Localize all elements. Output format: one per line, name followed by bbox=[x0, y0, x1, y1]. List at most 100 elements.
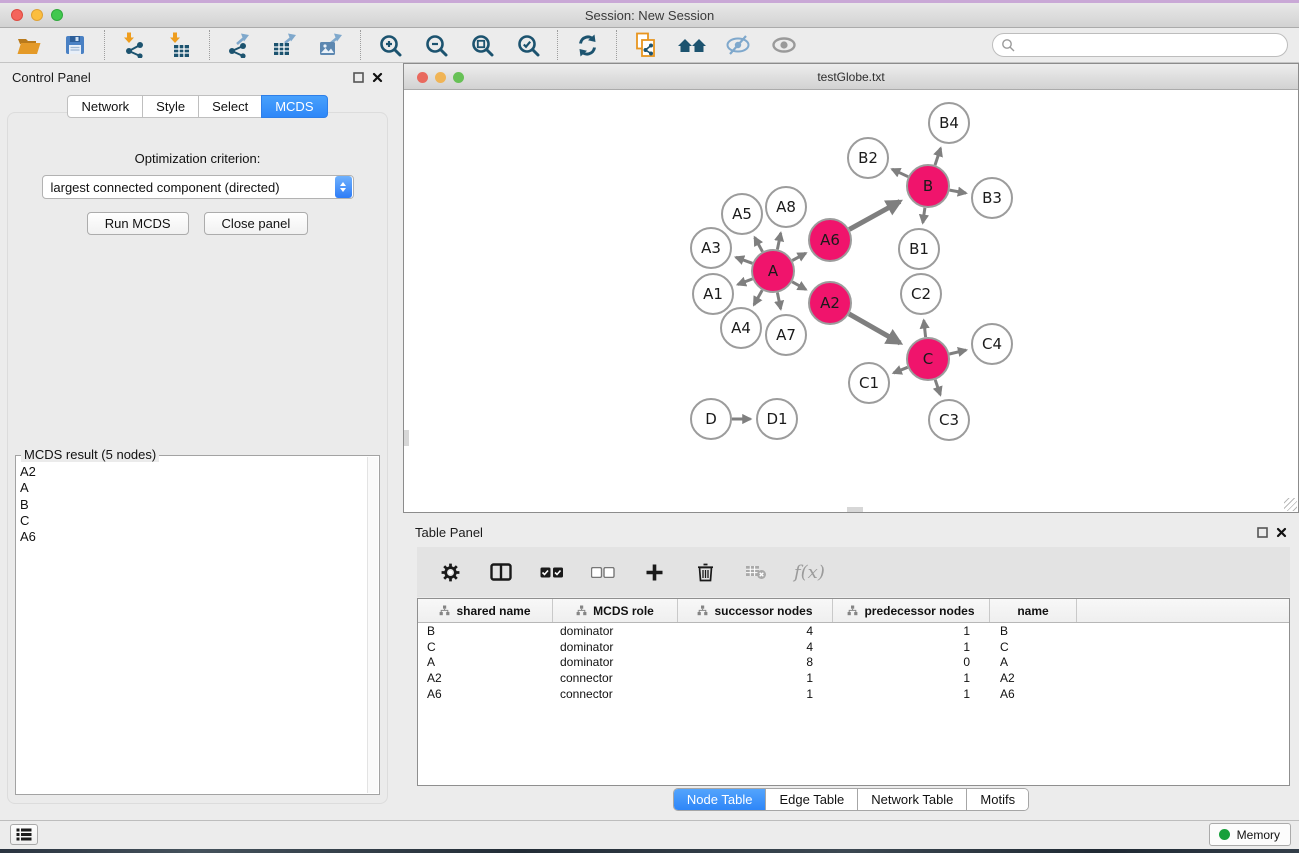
maximize-window-button[interactable] bbox=[51, 9, 63, 21]
edge-A-A3[interactable] bbox=[736, 257, 753, 263]
network-graph[interactable]: B4B2BB3B1A5A8A6A3AA1A2C2A4A7C4CC1C3DD1 bbox=[404, 91, 1297, 512]
edge-C-C3[interactable] bbox=[935, 380, 940, 395]
edge-C-C1[interactable] bbox=[894, 367, 908, 373]
zoom-out-button[interactable] bbox=[421, 30, 451, 60]
edge-A-A5[interactable] bbox=[755, 237, 763, 251]
node-D[interactable]: D bbox=[691, 399, 731, 439]
edge-A-A1[interactable] bbox=[738, 279, 753, 285]
edge-A-A6[interactable] bbox=[792, 253, 806, 260]
node-C2[interactable]: C2 bbox=[901, 274, 941, 314]
clone-network-button[interactable] bbox=[631, 30, 661, 60]
export-network-button[interactable] bbox=[224, 30, 254, 60]
zoom-in-button[interactable] bbox=[375, 30, 405, 60]
delete-column-button[interactable] bbox=[692, 559, 718, 585]
memory-button[interactable]: Memory bbox=[1209, 823, 1291, 846]
tab-style[interactable]: Style bbox=[142, 95, 199, 118]
deselect-all-rows-button[interactable] bbox=[590, 559, 616, 585]
node-A1[interactable]: A1 bbox=[693, 274, 733, 314]
run-mcds-button[interactable]: Run MCDS bbox=[87, 212, 189, 235]
node-D1[interactable]: D1 bbox=[757, 399, 797, 439]
network-canvas[interactable]: B4B2BB3B1A5A8A6A3AA1A2C2A4A7C4CC1C3DD1 bbox=[404, 91, 1297, 512]
table-row[interactable]: Adominator80A bbox=[418, 654, 1289, 670]
show-all-button[interactable] bbox=[769, 30, 799, 60]
column-visibility-button[interactable] bbox=[488, 559, 514, 585]
import-table-button[interactable] bbox=[165, 30, 195, 60]
node-C3[interactable]: C3 bbox=[929, 400, 969, 440]
result-item[interactable]: B bbox=[20, 497, 365, 513]
function-builder-button[interactable]: f(x) bbox=[794, 559, 825, 585]
tab-mcds[interactable]: MCDS bbox=[261, 95, 327, 118]
minimize-network-button[interactable] bbox=[435, 72, 446, 83]
tab-select[interactable]: Select bbox=[198, 95, 262, 118]
select-all-rows-button[interactable] bbox=[539, 559, 565, 585]
result-item[interactable]: A bbox=[20, 480, 365, 496]
close-panel-button[interactable] bbox=[372, 72, 383, 83]
node-A2[interactable]: A2 bbox=[809, 282, 851, 324]
result-item[interactable]: C bbox=[20, 513, 365, 529]
first-neighbors-button[interactable] bbox=[677, 30, 707, 60]
node-A8[interactable]: A8 bbox=[766, 187, 806, 227]
edge-A-A8[interactable] bbox=[777, 233, 780, 249]
column-header-predecessor-nodes[interactable]: predecessor nodes bbox=[833, 599, 990, 622]
zoom-selected-button[interactable] bbox=[513, 30, 543, 60]
node-B2[interactable]: B2 bbox=[848, 138, 888, 178]
resize-grip-icon[interactable] bbox=[1284, 498, 1297, 511]
open-session-button[interactable] bbox=[14, 30, 44, 60]
import-network-button[interactable] bbox=[119, 30, 149, 60]
edge-A6-B[interactable] bbox=[849, 201, 900, 229]
node-A5[interactable]: A5 bbox=[722, 194, 762, 234]
edge-A-A7[interactable] bbox=[777, 293, 780, 309]
table-row[interactable]: A6connector11A6 bbox=[418, 686, 1289, 702]
edge-C-C2[interactable] bbox=[924, 320, 926, 337]
edge-A2-C[interactable] bbox=[849, 314, 900, 343]
result-item[interactable]: A6 bbox=[20, 529, 365, 545]
maximize-network-button[interactable] bbox=[453, 72, 464, 83]
tab-edge-table[interactable]: Edge Table bbox=[766, 789, 858, 810]
tab-network[interactable]: Network bbox=[67, 95, 143, 118]
node-B[interactable]: B bbox=[907, 165, 949, 207]
vertical-scrollbar-thumb[interactable] bbox=[404, 430, 409, 446]
export-table-button[interactable] bbox=[270, 30, 300, 60]
edge-C-C4[interactable] bbox=[949, 350, 966, 354]
close-network-button[interactable] bbox=[417, 72, 428, 83]
close-table-panel-button[interactable] bbox=[1276, 527, 1287, 538]
close-panel-action-button[interactable]: Close panel bbox=[204, 212, 309, 235]
edge-A-A4[interactable] bbox=[754, 290, 762, 305]
add-column-button[interactable] bbox=[641, 559, 667, 585]
tab-motifs[interactable]: Motifs bbox=[967, 789, 1028, 810]
float-panel-button[interactable] bbox=[353, 72, 364, 83]
edge-B-B4[interactable] bbox=[935, 148, 941, 165]
node-B1[interactable]: B1 bbox=[899, 229, 939, 269]
export-image-button[interactable] bbox=[316, 30, 346, 60]
column-header-name[interactable]: name bbox=[990, 599, 1077, 622]
minimize-window-button[interactable] bbox=[31, 9, 43, 21]
column-header-successor-nodes[interactable]: successor nodes bbox=[678, 599, 833, 622]
node-A[interactable]: A bbox=[752, 250, 794, 292]
edge-B-B1[interactable] bbox=[923, 208, 925, 223]
table-settings-button[interactable] bbox=[437, 559, 463, 585]
search-input[interactable] bbox=[1015, 37, 1279, 54]
delete-table-button[interactable] bbox=[743, 559, 769, 585]
float-table-panel-button[interactable] bbox=[1257, 527, 1268, 538]
node-A4[interactable]: A4 bbox=[721, 308, 761, 348]
column-header-mcds-role[interactable]: MCDS role bbox=[553, 599, 678, 622]
result-scrollbar[interactable] bbox=[367, 457, 378, 793]
node-B3[interactable]: B3 bbox=[972, 178, 1012, 218]
save-session-button[interactable] bbox=[60, 30, 90, 60]
table-row[interactable]: Cdominator41C bbox=[418, 639, 1289, 655]
task-history-button[interactable] bbox=[10, 824, 38, 845]
node-C[interactable]: C bbox=[907, 338, 949, 380]
column-header-shared-name[interactable]: shared name bbox=[418, 599, 553, 622]
optimization-criterion-dropdown[interactable]: largest connected component (directed) bbox=[42, 175, 354, 199]
tab-node-table[interactable]: Node Table bbox=[674, 789, 767, 810]
node-C4[interactable]: C4 bbox=[972, 324, 1012, 364]
edge-B-B2[interactable] bbox=[892, 169, 908, 177]
node-C1[interactable]: C1 bbox=[849, 363, 889, 403]
edge-A-A2[interactable] bbox=[792, 282, 806, 290]
table-row[interactable]: Bdominator41B bbox=[418, 623, 1289, 639]
node-A6[interactable]: A6 bbox=[809, 219, 851, 261]
result-item[interactable]: A2 bbox=[20, 464, 365, 480]
tab-network-table[interactable]: Network Table bbox=[858, 789, 967, 810]
hide-selected-button[interactable] bbox=[723, 30, 753, 60]
node-A7[interactable]: A7 bbox=[766, 315, 806, 355]
